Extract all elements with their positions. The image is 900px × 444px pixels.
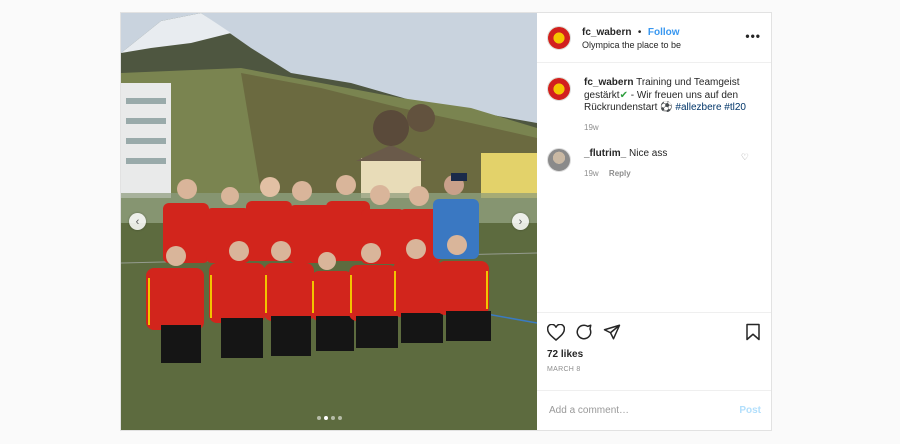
- caption-body: fc_wabern Training und Teamgeist gestärk…: [584, 77, 749, 134]
- list-item: _flutrim_ Nice ass 19w Reply ♡: [547, 148, 761, 180]
- comment-text: Nice ass: [629, 148, 668, 159]
- more-icon[interactable]: •••: [745, 29, 761, 43]
- add-comment-bar: Post: [537, 390, 771, 430]
- comments-section: fc_wabern Training und Teamgeist gestärk…: [537, 63, 771, 312]
- team-photo-image: [121, 13, 537, 430]
- comment-username[interactable]: _flutrim_: [584, 148, 626, 159]
- caption: fc_wabern Training und Teamgeist gestärk…: [547, 77, 761, 134]
- comment-time: 19w: [584, 168, 599, 178]
- caption-time: 19w: [584, 122, 599, 132]
- carousel-dot: [330, 416, 335, 420]
- caption-username[interactable]: fc_wabern: [584, 77, 633, 88]
- comment-meta: 19w Reply: [584, 168, 749, 181]
- avatar[interactable]: [547, 77, 571, 101]
- username-link[interactable]: fc_wabern: [582, 27, 631, 38]
- post-button[interactable]: Post: [739, 405, 761, 416]
- comment-icon[interactable]: [575, 323, 593, 341]
- comment-body: _flutrim_ Nice ass 19w Reply: [584, 148, 749, 180]
- separator-dot: •: [637, 26, 642, 38]
- carousel-dot-active: [323, 416, 328, 420]
- header-text: fc_wabern • Follow Olympica the place to…: [582, 24, 681, 52]
- icon-row: [547, 321, 761, 343]
- hashtags[interactable]: #allezbere #tl20: [675, 102, 746, 113]
- carousel-dots: [121, 416, 537, 420]
- chevron-right-icon[interactable]: ›: [512, 213, 529, 230]
- carousel-dot: [337, 416, 342, 420]
- instagram-post: ‹ › fc_wabern • Follow Olympica the plac…: [120, 12, 772, 431]
- comment-input[interactable]: [547, 404, 740, 417]
- post-date: MARCH 8: [547, 366, 581, 373]
- location-link[interactable]: Olympica the place to be: [582, 39, 681, 52]
- check-icon: ✔: [619, 89, 628, 101]
- carousel-dot: [316, 416, 321, 420]
- post-sidebar: fc_wabern • Follow Olympica the place to…: [537, 13, 771, 430]
- reply-button[interactable]: Reply: [609, 169, 631, 178]
- avatar[interactable]: [547, 148, 571, 172]
- post-header: fc_wabern • Follow Olympica the place to…: [537, 13, 771, 63]
- avatar[interactable]: [547, 25, 571, 50]
- chevron-left-icon[interactable]: ‹: [129, 213, 146, 230]
- share-icon[interactable]: [603, 323, 621, 341]
- action-bar: 72 likes MARCH 8: [537, 312, 771, 390]
- heart-icon[interactable]: ♡: [741, 152, 749, 163]
- post-photo[interactable]: ‹ ›: [121, 13, 537, 430]
- likes-count[interactable]: 72 likes: [547, 349, 761, 360]
- heart-icon[interactable]: [547, 323, 565, 341]
- bookmark-icon[interactable]: [745, 323, 761, 341]
- follow-button[interactable]: Follow: [648, 27, 680, 38]
